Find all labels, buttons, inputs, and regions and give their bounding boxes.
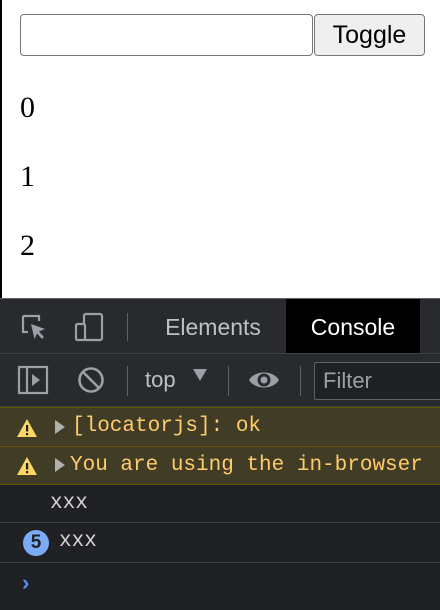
console-toolbar: top [0, 354, 440, 407]
tab-console[interactable]: Console [286, 299, 420, 353]
filter-input[interactable] [314, 362, 440, 400]
live-expression-eye-icon[interactable] [247, 367, 281, 393]
warning-icon [17, 419, 37, 437]
message-text: xxx [50, 492, 88, 515]
devtools-tab-bar: Elements Console [0, 299, 440, 354]
context-selector[interactable]: top [145, 364, 176, 396]
devtools-panel: Elements Console top Filter [locatorjs]:… [0, 298, 440, 610]
console-message-warning[interactable]: You are using the in-browser [0, 447, 440, 485]
list-item: 2 [20, 229, 35, 262]
expand-triangle-icon[interactable] [55, 420, 65, 434]
expand-triangle-icon[interactable] [55, 458, 65, 472]
clear-console-icon[interactable] [77, 366, 105, 394]
inspect-element-icon[interactable] [20, 313, 50, 343]
message-text: [locatorjs]: ok [72, 415, 262, 438]
repeat-count-badge: 5 [23, 530, 49, 556]
toggle-button[interactable]: Toggle [314, 14, 425, 56]
console-message-log[interactable]: xxx [0, 485, 440, 523]
message-text: You are using the in-browser [70, 454, 423, 477]
console-prompt-icon[interactable]: › [19, 572, 32, 597]
divider [127, 313, 128, 341]
divider [228, 366, 229, 396]
message-text: xxx [59, 530, 97, 553]
list-item: 1 [20, 160, 35, 193]
divider [127, 366, 128, 396]
console-message-warning[interactable]: [locatorjs]: ok [0, 407, 440, 447]
tab-elements[interactable]: Elements [142, 299, 284, 353]
warning-icon [17, 457, 37, 475]
console-message-log[interactable]: 5 xxx [0, 523, 440, 563]
divider [300, 366, 301, 396]
console-sidebar-icon[interactable] [17, 365, 49, 395]
list-item: 0 [20, 91, 35, 124]
chevron-down-icon[interactable] [193, 369, 207, 381]
page-content: Toggle 0 1 2 [0, 0, 440, 298]
device-toolbar-icon[interactable] [73, 311, 105, 343]
text-input[interactable] [20, 14, 313, 56]
